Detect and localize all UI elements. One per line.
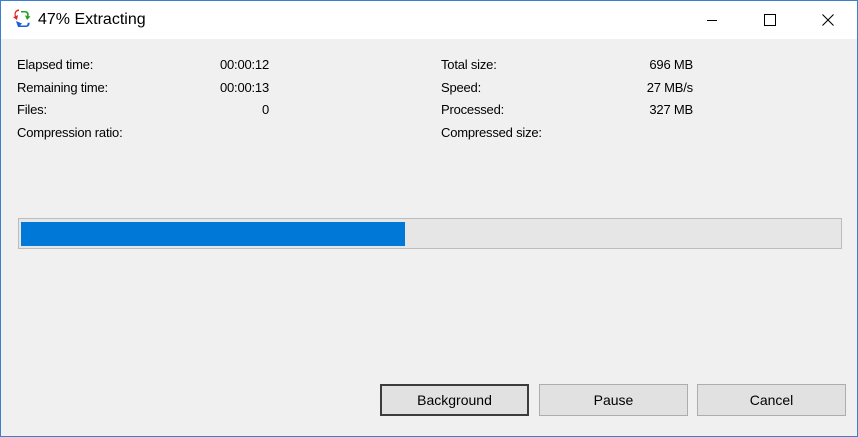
pause-button[interactable]: Pause bbox=[539, 384, 688, 416]
maximize-icon bbox=[764, 14, 776, 26]
close-icon bbox=[822, 14, 834, 26]
close-button[interactable] bbox=[799, 1, 857, 39]
background-button[interactable]: Background bbox=[380, 384, 529, 416]
window-title: 47% Extracting bbox=[38, 11, 146, 28]
speed-value: 27 MB/s bbox=[646, 80, 693, 95]
elapsed-time-value: 00:00:12 bbox=[219, 57, 269, 72]
elapsed-time-label: Elapsed time: bbox=[17, 57, 94, 72]
minimize-button[interactable] bbox=[683, 1, 741, 39]
progress-bar-fill bbox=[21, 222, 405, 246]
cancel-button[interactable]: Cancel bbox=[697, 384, 846, 416]
recycle-arrows-icon bbox=[13, 9, 31, 27]
total-size-label: Total size: bbox=[441, 57, 497, 72]
processed-value: 327 MB bbox=[649, 102, 693, 117]
progress-bar bbox=[18, 218, 842, 249]
files-label: Files: bbox=[17, 102, 47, 117]
processed-label: Processed: bbox=[441, 102, 505, 117]
remaining-time-label: Remaining time: bbox=[17, 80, 108, 95]
speed-label: Speed: bbox=[441, 80, 482, 95]
title-bar[interactable]: 47% Extracting bbox=[1, 1, 857, 39]
extraction-progress-window: 47% Extracting Elapsed time: 00:00:12 Re… bbox=[0, 0, 858, 437]
compression-ratio-label: Compression ratio: bbox=[17, 125, 123, 140]
minimize-icon bbox=[707, 20, 717, 21]
compressed-size-label: Compressed size: bbox=[441, 125, 542, 140]
remaining-time-value: 00:00:13 bbox=[219, 80, 269, 95]
files-value: 0 bbox=[261, 102, 269, 117]
maximize-button[interactable] bbox=[741, 1, 799, 39]
total-size-value: 696 MB bbox=[649, 57, 693, 72]
